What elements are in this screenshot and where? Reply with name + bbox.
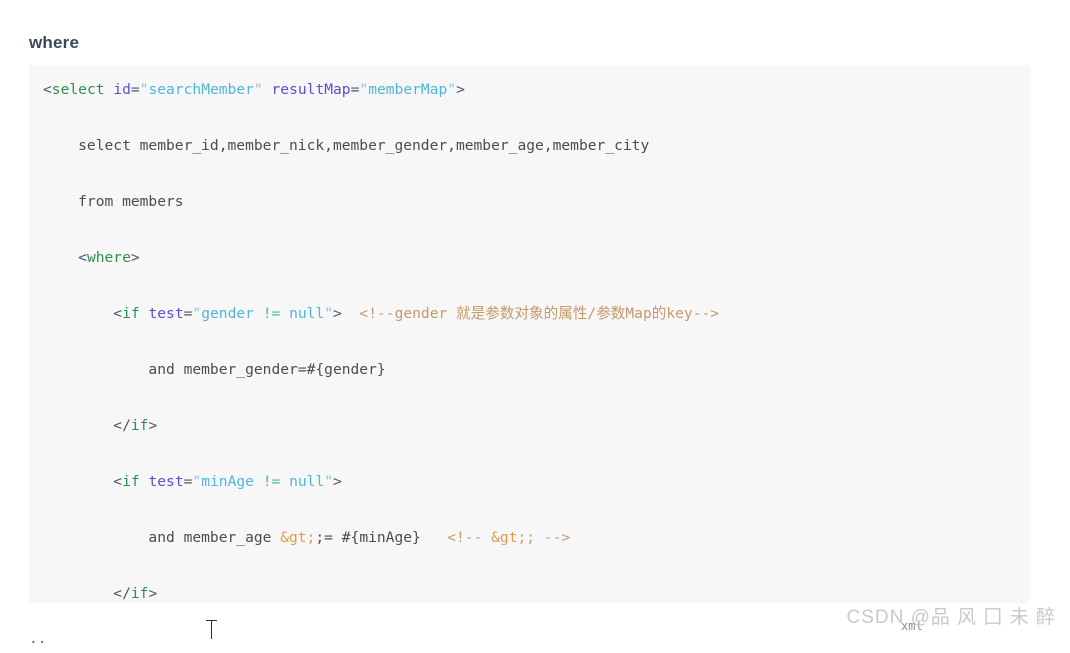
page-root: where <select id="searchMember" resultMa… (0, 0, 1070, 647)
code-token-entity: &gt; (491, 529, 527, 546)
code-line: </if> (43, 580, 1030, 603)
code-line: </if> (43, 412, 1030, 440)
code-token-comment: <!-- (447, 529, 492, 546)
code-token-tag: if (130, 585, 149, 602)
code-token-punct: > (333, 473, 342, 490)
code-line: <if test="gender != null"> <!--gender 就是… (43, 300, 1030, 328)
code-line: select member_id,member_nick,member_gend… (43, 132, 1030, 160)
code-token-string: gender (201, 305, 263, 322)
code-line: <select id="searchMember" resultMap="mem… (43, 76, 1030, 104)
code-token-comment: ; --> (526, 529, 571, 546)
code-token-strq: " (192, 305, 202, 322)
code-token-strq: " (324, 473, 334, 490)
code-token-string: minAge (201, 473, 263, 490)
caret-bar (211, 620, 213, 639)
code-token-strq: " (192, 473, 202, 490)
code-token-plain: and member_age (43, 529, 281, 546)
code-token-attr: test (148, 305, 184, 322)
code-token-punct: = (130, 81, 140, 98)
code-token-string: null (280, 305, 325, 322)
code-token-tag: select (51, 81, 105, 98)
code-token-attr: resultMap (271, 81, 351, 98)
code-token-plain: and member_gender=#{gender} (43, 361, 386, 378)
code-token-comment: <!--gender 就是参数对象的属性/参数Map的key--> (359, 305, 720, 322)
code-line: from members (43, 188, 1030, 216)
code-token-attr: test (148, 473, 184, 490)
code-line: <if test="minAge != null"> (43, 468, 1030, 496)
code-content[interactable]: <select id="searchMember" resultMap="mem… (29, 65, 1030, 603)
code-token-op: != (262, 473, 281, 490)
text-cursor-icon (206, 620, 217, 639)
code-line: and member_age &gt;;= #{minAge} <!-- &gt… (43, 524, 1030, 552)
code-token-punct: > (130, 249, 140, 266)
code-token-entity: &gt; (280, 529, 316, 546)
code-token-op: != (262, 305, 281, 322)
code-token-strq: " (359, 81, 369, 98)
code-token-punct: > (333, 305, 342, 322)
code-token-strq: " (253, 81, 263, 98)
code-token-plain: select member_id,member_nick,member_gend… (43, 137, 650, 154)
code-token-punct: > (148, 585, 158, 602)
code-token-plain: from members (43, 193, 184, 210)
code-token-string: null (280, 473, 325, 490)
code-token-punct: < (113, 305, 123, 322)
code-token-punct: > (148, 417, 158, 434)
code-token-attr: id (113, 81, 131, 98)
code-token-punct: < (43, 81, 52, 98)
code-token-tag: if (130, 417, 149, 434)
csdn-watermark: CSDN @品 风 囗 未 醉 (846, 607, 1056, 628)
code-token-tag: if (122, 473, 140, 490)
code-token-punct: </ (113, 585, 131, 602)
code-line: <where> (43, 244, 1030, 272)
clipped-bottom-text: .. (29, 630, 47, 647)
code-token-tag: where (86, 249, 131, 266)
code-token-strq: " (324, 305, 334, 322)
page-title: where (29, 33, 80, 53)
code-token-string: memberMap (368, 81, 448, 98)
code-token-punct: > (456, 81, 465, 98)
code-token-plain: ;= #{minAge} (315, 529, 448, 546)
code-token-tag: if (122, 305, 140, 322)
code-token-strq: " (447, 81, 457, 98)
code-token-punct: < (78, 249, 87, 266)
code-block[interactable]: <select id="searchMember" resultMap="mem… (29, 65, 1030, 603)
code-token-punct: < (113, 473, 123, 490)
code-token-string: searchMember (148, 81, 254, 98)
code-token-punct: </ (113, 417, 131, 434)
code-line: and member_gender=#{gender} (43, 356, 1030, 384)
